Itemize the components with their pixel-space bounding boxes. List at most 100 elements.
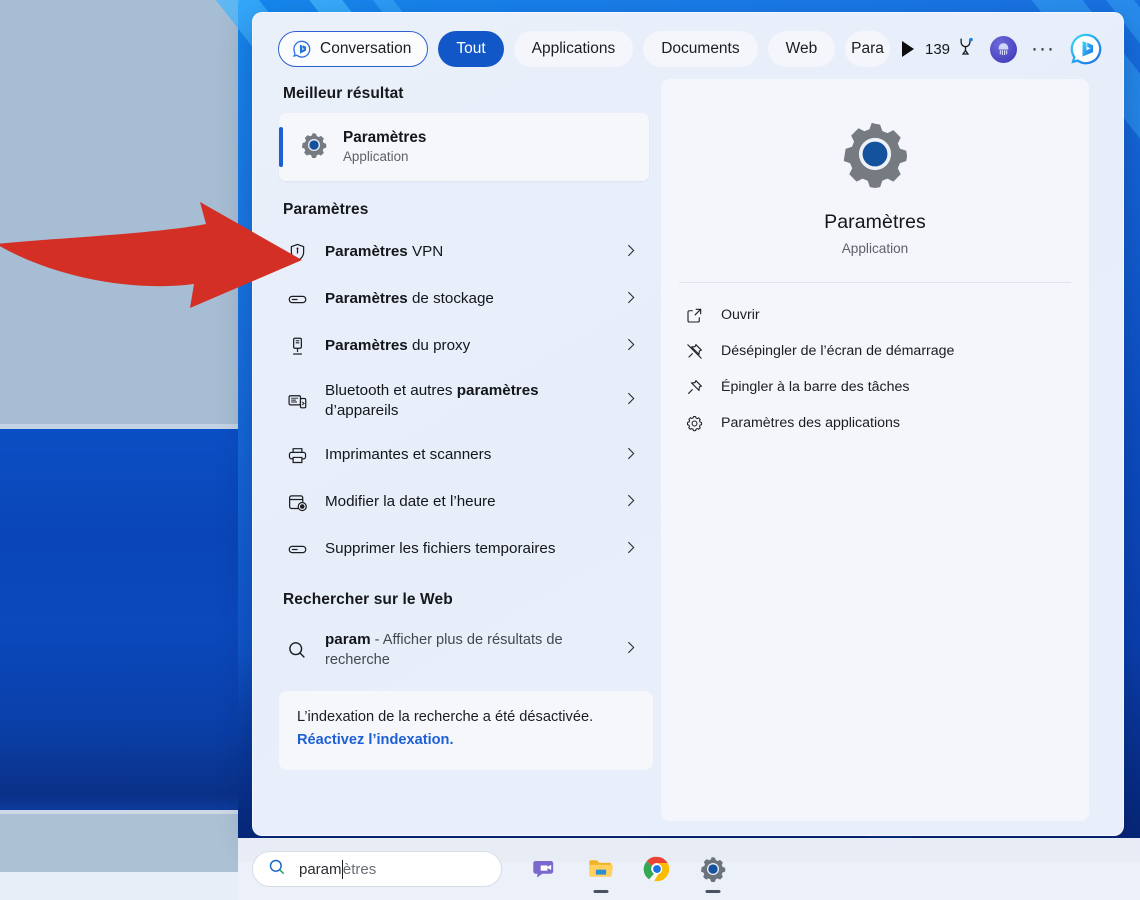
account-avatar-icon[interactable] — [990, 35, 1018, 63]
result-row-vpn-label: Paramètres VPN — [325, 243, 444, 261]
app-preview-subtitle: Application — [841, 241, 909, 256]
unpin-icon — [683, 342, 705, 361]
desktop-left-upper — [0, 0, 238, 424]
header-actions: 139 ··· — [925, 32, 1107, 66]
medal-icon — [955, 36, 976, 62]
action-ouvrir[interactable]: Ouvrir — [683, 297, 1089, 333]
best-match-type: Application — [343, 148, 409, 164]
settings-results-list: Paramètres VPN Paramètres de stockage Pa… — [279, 229, 649, 573]
action-parametres-applications[interactable]: Paramètres des applications — [683, 405, 1089, 441]
tab-parametres-truncated[interactable]: Para — [845, 31, 890, 67]
chevron-right-icon — [622, 445, 639, 467]
app-preview-header: Paramètres Application — [661, 115, 1089, 256]
app-preview-title: Paramètres — [824, 211, 926, 233]
tab-applications[interactable]: Applications — [513, 31, 634, 67]
tab-conversation[interactable]: Conversation — [278, 31, 429, 67]
settings-icon[interactable] — [698, 854, 728, 884]
rewards-count: 139 — [924, 40, 951, 58]
desktop-left-blue-band — [0, 424, 238, 814]
action-desepingler-demarrage[interactable]: Désépingler de l’écran de démarrage — [683, 333, 1089, 369]
chevron-right-icon — [622, 336, 639, 358]
indexing-notice-text: L’indexation de la recherche a été désac… — [297, 709, 594, 725]
action-desepingler-label: Désépingler de l’écran de démarrage — [721, 343, 955, 359]
settings-section-heading: Paramètres — [283, 201, 369, 218]
result-row-proxy-label: Paramètres du proxy — [325, 337, 471, 355]
gear-icon — [683, 414, 705, 433]
search-tabbar: Conversation Tout Applications Documents… — [253, 13, 1123, 79]
chrome-icon[interactable] — [642, 854, 672, 884]
search-results-left-column: Meilleur résultat Paramètres Application… — [253, 79, 653, 831]
app-preview-actions: Ouvrir Désépingler de l’écran de démarra… — [661, 283, 1089, 441]
vpn-shield-icon — [285, 242, 309, 263]
result-row-stockage[interactable]: Paramètres de stockage — [279, 276, 649, 323]
search-input-value: param ètres — [299, 859, 377, 879]
play-icon[interactable] — [902, 34, 915, 64]
result-row-stockage-label: Paramètres de stockage — [325, 290, 494, 308]
play-triangle — [902, 41, 915, 57]
web-search-label: param - Afficher plus de résultats de re… — [325, 631, 563, 668]
rewards-badge[interactable]: 139 — [925, 36, 976, 62]
desktop-left-bottom-strip — [0, 872, 238, 900]
settings-gear-icon — [836, 115, 914, 193]
indexing-notice: L’indexation de la recherche a été désac… — [279, 691, 653, 771]
best-match-text: Paramètres Application — [343, 128, 426, 167]
action-epingler-taskbar[interactable]: Épingler à la barre des tâches — [683, 369, 1089, 405]
bing-icon — [291, 39, 312, 60]
result-row-bluetooth[interactable]: Bluetooth et autres paramètres d’apparei… — [279, 370, 649, 432]
web-search-row[interactable]: param - Afficher plus de résultats de re… — [279, 619, 649, 681]
best-match-heading: Meilleur résultat — [283, 85, 404, 102]
temp-files-icon — [285, 539, 309, 560]
reactivate-indexing-link[interactable]: Réactivez l’indexation. — [297, 729, 635, 752]
search-results-body: Meilleur résultat Paramètres Application… — [253, 79, 1123, 831]
chat-teams-icon[interactable] — [530, 854, 560, 884]
chevron-right-icon — [622, 639, 639, 661]
tab-web-label: Web — [785, 40, 818, 57]
best-match-name: Paramètres — [343, 128, 427, 146]
result-row-fichiers-temporaires-label: Supprimer les fichiers temporaires — [325, 540, 556, 558]
chevron-right-icon — [622, 539, 639, 561]
search-input[interactable]: param ètres — [252, 851, 502, 887]
tab-documents-label: Documents — [661, 40, 740, 57]
bluetooth-devices-icon — [285, 391, 309, 412]
printer-icon — [285, 445, 309, 466]
result-row-imprimantes[interactable]: Imprimantes et scanners — [279, 432, 649, 479]
search-icon — [285, 639, 309, 661]
more-options-icon[interactable]: ··· — [1031, 38, 1055, 59]
chevron-right-icon — [622, 390, 639, 412]
open-external-icon — [683, 306, 705, 325]
pin-icon — [683, 378, 705, 397]
tab-tout[interactable]: Tout — [438, 31, 504, 67]
result-row-date-heure-label: Modifier la date et l’heure — [325, 493, 496, 511]
result-row-date-heure[interactable]: Modifier la date et l’heure — [279, 479, 649, 526]
chevron-right-icon — [622, 289, 639, 311]
search-flyout-panel: Conversation Tout Applications Documents… — [252, 12, 1124, 836]
proxy-server-icon — [285, 336, 309, 357]
settings-gear-icon — [299, 130, 329, 165]
result-row-fichiers-temporaires[interactable]: Supprimer les fichiers temporaires — [279, 526, 649, 573]
chevron-right-icon — [622, 242, 639, 264]
tab-web[interactable]: Web — [767, 31, 836, 67]
search-icon — [267, 857, 287, 882]
tab-documents[interactable]: Documents — [643, 31, 758, 67]
taskbar: param ètres — [238, 838, 1140, 900]
result-row-proxy[interactable]: Paramètres du proxy — [279, 323, 649, 370]
best-match-card[interactable]: Paramètres Application — [279, 113, 649, 181]
bing-chat-icon[interactable] — [1069, 32, 1103, 66]
chevron-right-icon — [622, 492, 639, 514]
file-explorer-icon[interactable] — [586, 854, 616, 884]
date-time-icon — [285, 492, 309, 513]
action-epingler-label: Épingler à la barre des tâches — [721, 379, 910, 395]
action-parametres-applications-label: Paramètres des applications — [721, 415, 901, 431]
taskbar-app-icons — [530, 854, 728, 884]
storage-drive-icon — [285, 289, 309, 310]
search-rest-text: ètres — [342, 860, 377, 878]
app-preview-panel: Paramètres Application Ouvrir Désépingle… — [661, 79, 1089, 821]
tab-applications-label: Applications — [531, 40, 616, 57]
result-row-vpn[interactable]: Paramètres VPN — [279, 229, 649, 276]
result-row-imprimantes-label: Imprimantes et scanners — [325, 446, 492, 464]
search-typed-text: param — [299, 860, 342, 878]
tab-parametres-label: Para — [851, 40, 884, 57]
web-search-heading: Rechercher sur le Web — [283, 591, 453, 608]
tab-tout-label: Tout — [456, 40, 486, 57]
tab-conversation-label: Conversation — [320, 40, 412, 57]
